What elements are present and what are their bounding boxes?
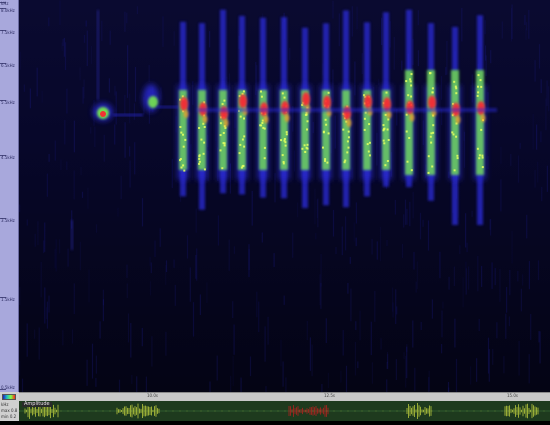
amplitude-waveform[interactable] — [18, 401, 550, 421]
frequency-tick-label: 5.5kHz — [1, 100, 15, 105]
color-scale-panel: kHz max 0.8 min 0.2 — [0, 392, 19, 421]
frequency-tick-label: 6.5kHz — [1, 63, 15, 68]
amplitude-panel[interactable]: Amplitude — [18, 401, 550, 421]
scale-min-label: min 0.2 — [1, 414, 17, 419]
spectrogram-view[interactable] — [19, 0, 550, 392]
time-tick-label: 10.0s — [147, 393, 158, 398]
time-ruler[interactable]: 10.0s 12.5s 15.0s — [19, 392, 550, 401]
time-tick-label: 12.5s — [324, 393, 335, 398]
frequency-tick-label: 4.5kHz — [1, 155, 15, 160]
time-tick-label: 15.0s — [507, 393, 518, 398]
frequency-tick-label: 7.5kHz — [1, 30, 15, 35]
frequency-tick-label: kHz — [1, 1, 9, 6]
scale-max-label: max 0.8 — [1, 408, 18, 413]
frequency-tick-label: 8.0kHz — [1, 8, 15, 13]
spectrogram-canvas[interactable] — [19, 0, 550, 392]
audio-analysis-window: kHz 8.0kHz 7.5kHz 6.5kHz 5.5kHz 4.5kHz 3… — [0, 0, 550, 421]
amplitude-label: Amplitude — [22, 401, 52, 407]
frequency-tick-label: 3.5kHz — [1, 218, 15, 223]
scale-unit-label: kHz — [1, 402, 9, 407]
frequency-tick-label: 1.5kHz — [1, 297, 15, 302]
color-scale-swatch — [2, 394, 16, 400]
frequency-tick-label: 0.5kHz — [1, 385, 15, 390]
frequency-ruler: kHz 8.0kHz 7.5kHz 6.5kHz 5.5kHz 4.5kHz 3… — [0, 0, 19, 392]
